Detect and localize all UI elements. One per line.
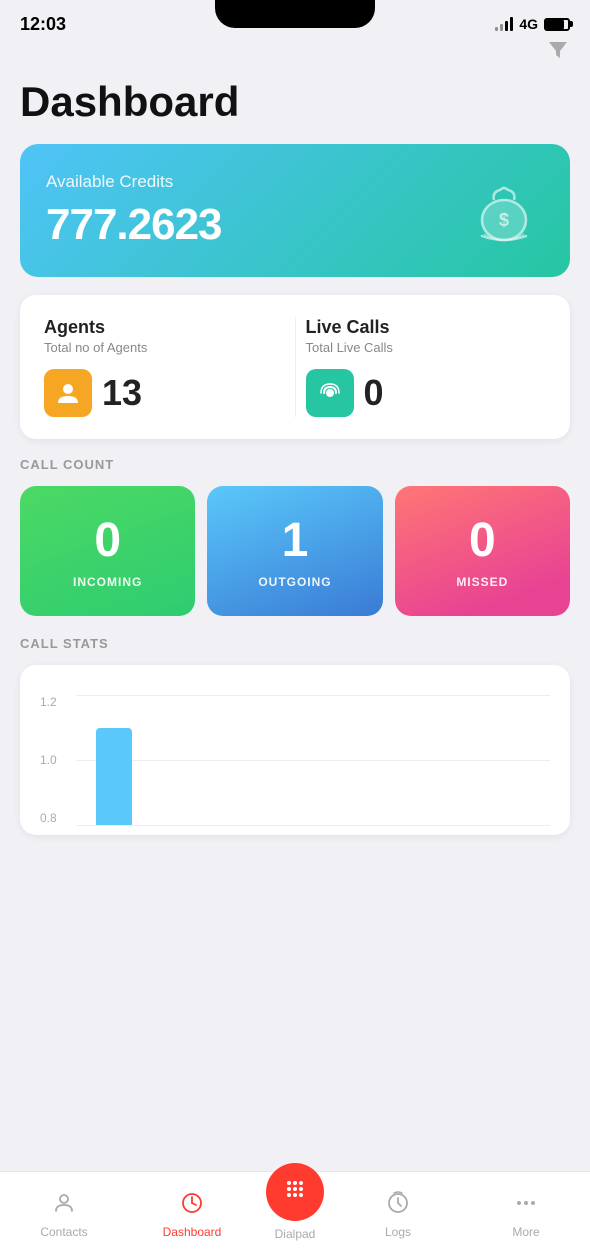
outgoing-label: OUTGOING (258, 575, 331, 589)
live-calls-subtitle: Total Live Calls (306, 340, 547, 355)
call-stats-card: 1.2 1.0 0.8 (20, 665, 570, 835)
signal-icon (495, 17, 513, 31)
call-stats-section-label: CALL STATS (20, 636, 570, 651)
credits-card: Available Credits 777.2623 $ (20, 144, 570, 277)
credits-label: Available Credits (46, 172, 222, 192)
nav-more[interactable]: More (462, 1185, 590, 1239)
credits-money-icon: $ (464, 168, 544, 253)
agents-title: Agents (44, 317, 285, 338)
page-content: Dashboard Available Credits 777.2623 $ A… (0, 68, 590, 835)
network-label: 4G (519, 16, 538, 32)
agents-count: 13 (102, 372, 142, 414)
outgoing-card: 1 OUTGOING (207, 486, 382, 616)
chart-grid-area (76, 695, 550, 825)
nav-dialpad[interactable]: Dialpad (256, 1183, 334, 1241)
incoming-label: INCOMING (73, 575, 142, 589)
svg-text:$: $ (499, 210, 509, 230)
dialpad-icon (284, 1178, 306, 1206)
logs-icon (386, 1191, 410, 1221)
chart-y-labels: 1.2 1.0 0.8 (40, 695, 68, 825)
call-count-row: 0 INCOMING 1 OUTGOING 0 MISSED (20, 486, 570, 616)
dialpad-label: Dialpad (275, 1227, 316, 1241)
more-label: More (512, 1225, 539, 1239)
filter-icon[interactable] (546, 38, 570, 68)
more-icon (514, 1191, 538, 1221)
logs-label: Logs (385, 1225, 411, 1239)
live-calls-title: Live Calls (306, 317, 547, 338)
top-action-bar (0, 28, 590, 68)
missed-count: 0 (469, 517, 496, 565)
page-title: Dashboard (20, 78, 570, 126)
status-time: 12:03 (20, 14, 66, 35)
chart-y-label-12: 1.2 (40, 695, 68, 709)
bottom-nav: Contacts Dashboard (0, 1171, 590, 1251)
agents-block: Agents Total no of Agents 13 (44, 317, 285, 417)
status-icons: 4G (495, 16, 570, 32)
missed-card: 0 MISSED (395, 486, 570, 616)
battery-icon (544, 18, 570, 31)
contacts-label: Contacts (40, 1225, 87, 1239)
incoming-count: 0 (94, 517, 121, 565)
outgoing-count: 1 (282, 517, 309, 565)
incoming-card: 0 INCOMING (20, 486, 195, 616)
chart-bar-1 (96, 728, 132, 826)
dashboard-label: Dashboard (163, 1225, 222, 1239)
chart-y-label-10: 1.0 (40, 753, 68, 767)
nav-dashboard[interactable]: Dashboard (128, 1185, 256, 1239)
live-calls-stat-row: 0 (306, 369, 547, 417)
dialpad-button[interactable] (266, 1163, 324, 1221)
stat-divider (295, 317, 296, 417)
credits-value: 777.2623 (46, 200, 222, 250)
agents-live-calls-card: Agents Total no of Agents 13 Live Calls … (20, 295, 570, 439)
call-count-section-label: CALL COUNT (20, 457, 570, 472)
missed-label: MISSED (456, 575, 508, 589)
chart-area: 1.2 1.0 0.8 (40, 695, 550, 825)
nav-logs[interactable]: Logs (334, 1185, 462, 1239)
live-calls-block: Live Calls Total Live Calls 0 (306, 317, 547, 417)
agents-icon-box (44, 369, 92, 417)
credits-info: Available Credits 777.2623 (46, 172, 222, 250)
live-calls-icon-box (306, 369, 354, 417)
live-calls-count: 0 (364, 372, 384, 414)
dashboard-icon (180, 1191, 204, 1221)
phone-notch (215, 0, 375, 28)
chart-grid-line-bottom (76, 825, 550, 826)
chart-y-label-08: 0.8 (40, 811, 68, 825)
agents-stat-row: 13 (44, 369, 285, 417)
nav-contacts[interactable]: Contacts (0, 1185, 128, 1239)
chart-bar-container (76, 695, 550, 825)
agents-subtitle: Total no of Agents (44, 340, 285, 355)
contacts-icon (52, 1191, 76, 1221)
